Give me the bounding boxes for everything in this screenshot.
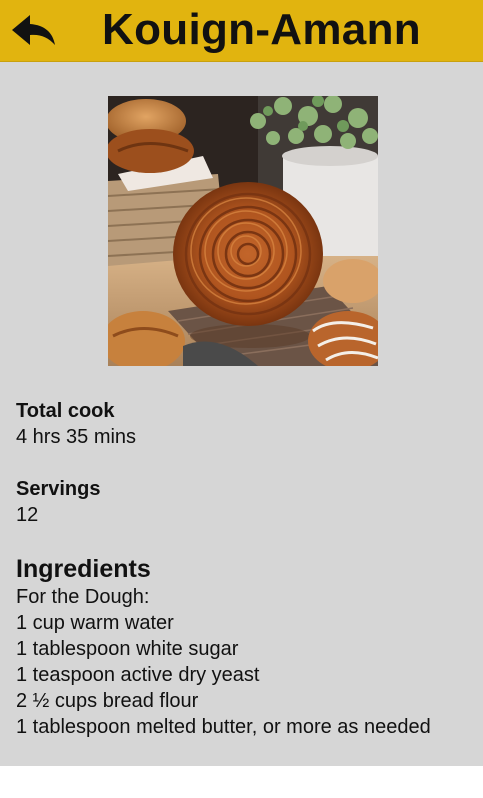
- ingredients-list: For the Dough: 1 cup warm water 1 tables…: [16, 584, 467, 740]
- total-cook-section: Total cook 4 hrs 35 mins: [16, 398, 467, 450]
- servings-value: 12: [16, 504, 39, 526]
- total-cook-label: Total cook: [16, 400, 115, 422]
- servings-label: Servings: [16, 478, 101, 500]
- recipe-photo: [108, 96, 378, 366]
- servings-section: Servings 12: [16, 476, 467, 528]
- ingredient-item: 1 teaspoon active dry yeast: [16, 664, 260, 686]
- total-cook-value: 4 hrs 35 mins: [16, 426, 137, 448]
- back-button[interactable]: [10, 13, 58, 49]
- ingredient-item: 1 tablespoon white sugar: [16, 638, 239, 660]
- top-app-bar: Kouign-Amann: [0, 0, 483, 62]
- page-title: Kouign-Amann: [102, 5, 421, 54]
- back-arrow-icon: [12, 15, 55, 45]
- ingredients-heading: Ingredients: [16, 555, 151, 583]
- ingredient-item: 2 ½ cups bread flour: [16, 690, 199, 712]
- ingredient-item: 1 cup warm water: [16, 612, 174, 634]
- app-screen: Kouign-Amann Total cook 4 hrs 35 mins Se…: [0, 0, 483, 798]
- bottom-strip: [0, 766, 483, 798]
- recipe-content[interactable]: Total cook 4 hrs 35 mins Servings 12 Ing…: [0, 62, 483, 766]
- ingredients-section: Ingredients For the Dough: 1 cup warm wa…: [16, 554, 467, 740]
- ingredient-item: For the Dough:: [16, 586, 150, 608]
- ingredient-item: 1 tablespoon melted butter, or more as n…: [16, 716, 431, 738]
